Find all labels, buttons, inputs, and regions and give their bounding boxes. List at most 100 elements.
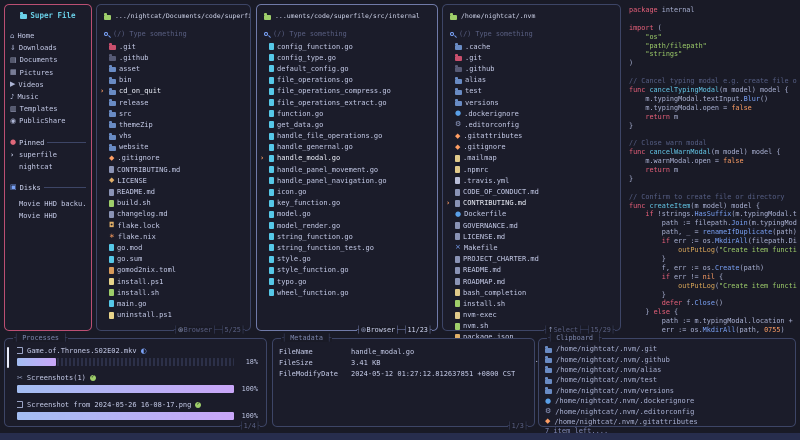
file-row[interactable]: › function.go	[257, 108, 437, 119]
file-row[interactable]: › .git	[97, 41, 250, 52]
clipboard-item[interactable]: /home/nightcat/.nvm/versions	[545, 386, 789, 396]
file-row[interactable]: › handle_panel_movement.go	[257, 164, 437, 175]
file-row[interactable]: › go.sum	[97, 254, 250, 265]
file-row[interactable]: › install.sh	[443, 298, 620, 309]
search-bar[interactable]: (/) Type something	[257, 24, 437, 41]
file-row[interactable]: › README.md	[97, 186, 250, 197]
file-row[interactable]: › config_function.go	[257, 41, 437, 52]
file-row[interactable]: › handle_panel_navigation.go	[257, 175, 437, 186]
sidebar-nav-item[interactable]: ▶ Videos	[10, 79, 86, 91]
file-row[interactable]: › asset	[97, 63, 250, 74]
file-row[interactable]: › CONTRIBUTING.md	[97, 164, 250, 175]
file-row[interactable]: › handle_modal.go	[257, 153, 437, 164]
clipboard-item[interactable]: ● /home/nightcat/.nvm/.dockerignore	[545, 396, 789, 406]
file-row[interactable]: › model_render.go	[257, 220, 437, 231]
file-row[interactable]: › build.sh	[97, 198, 250, 209]
search-bar[interactable]: (/) Type something	[97, 24, 250, 41]
file-row[interactable]: › .github	[97, 52, 250, 63]
file-row[interactable]: › file_operations_compress.go	[257, 86, 437, 97]
file-row[interactable]: › LICENSE.md	[443, 231, 620, 242]
sidebar-nav-item[interactable]: ◉ PublicShare	[10, 115, 86, 127]
disk-item[interactable]: › Movie HHD	[10, 210, 86, 222]
file-row[interactable]: › .github	[443, 63, 620, 74]
file-row[interactable]: › wheel_function.go	[257, 287, 437, 298]
file-row[interactable]: › gomod2nix.toml	[97, 265, 250, 276]
file-row[interactable]: › bin	[97, 75, 250, 86]
file-row[interactable]: › key_function.go	[257, 198, 437, 209]
process-item[interactable]: ✂ Screenshots(1) 100%	[13, 373, 258, 393]
file-row[interactable]: › ● Dockerfile	[443, 209, 620, 220]
file-panel-3[interactable]: /home/nightcat/.nvm (/) Type something ›…	[442, 4, 621, 331]
file-row[interactable]: › icon.go	[257, 186, 437, 197]
file-row[interactable]: › ● .dockerignore	[443, 108, 620, 119]
file-row[interactable]: › file_operations_extract.go	[257, 97, 437, 108]
file-row[interactable]: › PROJECT_CHARTER.md	[443, 254, 620, 265]
search-bar[interactable]: (/) Type something	[443, 24, 620, 41]
file-row[interactable]: › themeZip	[97, 119, 250, 130]
file-row[interactable]: › README.md	[443, 265, 620, 276]
sidebar-nav-item[interactable]: ♪ Music	[10, 91, 86, 103]
file-row[interactable]: › style_function.go	[257, 265, 437, 276]
file-row[interactable]: › .mailmap	[443, 153, 620, 164]
file-row[interactable]: › × Makefile	[443, 242, 620, 253]
file-row[interactable]: › string_function.go	[257, 231, 437, 242]
file-row[interactable]: › test	[443, 86, 620, 97]
file-row[interactable]: › install.ps1	[97, 276, 250, 287]
file-row[interactable]: › .travis.yml	[443, 175, 620, 186]
clipboard-item[interactable]: ⚙ /home/nightcat/.nvm/.editorconfig	[545, 406, 789, 416]
file-row[interactable]: › .cache	[443, 41, 620, 52]
file-row[interactable]: › ◆ .gitattributes	[443, 131, 620, 142]
file-row[interactable]: › config_type.go	[257, 52, 437, 63]
sidebar-nav-item[interactable]: ▤ Documents	[10, 54, 86, 66]
file-row[interactable]: › src	[97, 108, 250, 119]
sidebar-nav-item[interactable]: ⇓ Downloads	[10, 42, 86, 54]
clipboard-item[interactable]: /home/nightcat/.nvm/test	[545, 375, 789, 385]
file-row[interactable]: › .npmrc	[443, 164, 620, 175]
file-row[interactable]: › ◆ .gitignore	[443, 142, 620, 153]
file-row[interactable]: › cd_on_quit	[97, 86, 250, 97]
file-row[interactable]: › get_data.go	[257, 119, 437, 130]
file-row[interactable]: › model.go	[257, 209, 437, 220]
file-row[interactable]: › default_config.go	[257, 63, 437, 74]
sidebar-nav-item[interactable]: ⌂ Home	[10, 30, 86, 42]
file-row[interactable]: › CODE_OF_CONDUCT.md	[443, 186, 620, 197]
file-row[interactable]: › ROADMAP.md	[443, 276, 620, 287]
file-row[interactable]: › style.go	[257, 254, 437, 265]
file-row[interactable]: › ◆ LICENSE	[97, 175, 250, 186]
file-row[interactable]: › GOVERNANCE.md	[443, 220, 620, 231]
file-row[interactable]: › handle_file_operations.go	[257, 131, 437, 142]
file-row[interactable]: › ◘ flake.lock	[97, 220, 250, 231]
file-row[interactable]: › install.sh	[97, 287, 250, 298]
file-row[interactable]: › typo.go	[257, 276, 437, 287]
file-row[interactable]: › changelog.md	[97, 209, 250, 220]
disk-item[interactable]: › Movie HHD backu...	[10, 198, 86, 210]
sidebar-nav-item[interactable]: ▥ Templates	[10, 103, 86, 115]
file-row[interactable]: › main.go	[97, 298, 250, 309]
file-row[interactable]: › alias	[443, 75, 620, 86]
clipboard-item[interactable]: /home/nightcat/.nvm/.github	[545, 354, 789, 364]
file-row[interactable]: › CONTRIBUTING.md	[443, 198, 620, 209]
process-item[interactable]: Screenshot from 2024-05-26 16-08-17.png …	[13, 400, 258, 420]
pinned-item[interactable]: › nightcat	[10, 161, 86, 173]
clipboard-item[interactable]: ◆ /home/nightcat/.nvm/.gitattributes	[545, 417, 789, 427]
clipboard-item[interactable]: /home/nightcat/.nvm/.git	[545, 344, 789, 354]
file-row[interactable]: › handle_genernal.go	[257, 142, 437, 153]
file-panel-2[interactable]: ...uments/code/superfile/src/internal (/…	[256, 4, 438, 331]
file-row[interactable]: › uninstall.ps1	[97, 310, 250, 321]
file-row[interactable]: › .git	[443, 52, 620, 63]
file-row[interactable]: › ∗ flake.nix	[97, 231, 250, 242]
process-item[interactable]: Game.of.Thrones.S02E02.mkv ◐ 18%	[13, 346, 258, 366]
file-row[interactable]: › string_function_test.go	[257, 242, 437, 253]
file-row[interactable]: › go.mod	[97, 242, 250, 253]
file-row[interactable]: › ⚙ .editorconfig	[443, 119, 620, 130]
file-row[interactable]: › website	[97, 142, 250, 153]
file-row[interactable]: › versions	[443, 97, 620, 108]
file-row[interactable]: › file_operations.go	[257, 75, 437, 86]
clipboard-item[interactable]: /home/nightcat/.nvm/alias	[545, 365, 789, 375]
file-row[interactable]: › vhs	[97, 131, 250, 142]
file-row[interactable]: › release	[97, 97, 250, 108]
pinned-item[interactable]: › superfile	[10, 149, 86, 161]
file-panel-1[interactable]: .../nightcat/Documents/code/superfile (/…	[96, 4, 251, 331]
sidebar-nav-item[interactable]: ▦ Pictures	[10, 67, 86, 79]
file-row[interactable]: › nvm-exec	[443, 310, 620, 321]
